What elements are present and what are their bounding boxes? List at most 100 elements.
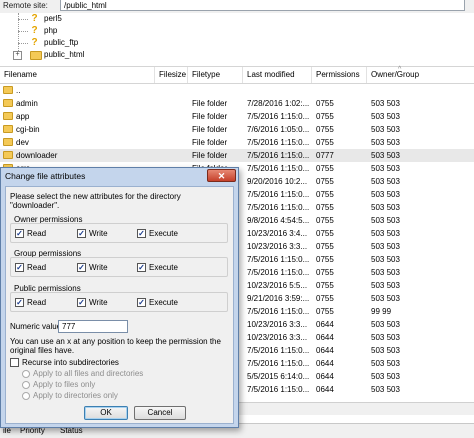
file-owner-group: 503 503 [371, 346, 400, 355]
column-filesize[interactable]: Filesize [155, 67, 188, 83]
file-list-header: Filename Filesize Filetype Last modified… [0, 66, 474, 84]
public-read-label: Read [27, 298, 47, 307]
file-permissions: 0755 [316, 164, 334, 173]
file-owner-group: 503 503 [371, 151, 400, 160]
remote-site-label: Remote site: [3, 1, 48, 10]
file-modified: 10/23/2016 3:3... [247, 333, 308, 342]
file-owner-group: 503 503 [371, 372, 400, 381]
close-button[interactable]: ✕ [207, 169, 236, 182]
file-permissions: 0777 [316, 151, 334, 160]
file-modified: 7/5/2016 1:15:0... [247, 307, 310, 316]
remote-site-bar: Remote site: /public_html [0, 0, 474, 14]
permission-hint: You can use an x at any position to keep… [10, 337, 221, 355]
sort-ascending-icon: ^ [398, 66, 402, 73]
file-type: File folder [192, 151, 228, 160]
numeric-value-input[interactable]: 777 [58, 320, 128, 333]
tree-expand-icon[interactable]: + [13, 51, 22, 60]
group-read-checkbox[interactable]: ✓ [15, 263, 24, 272]
file-owner-group: 503 503 [371, 138, 400, 147]
folder-icon [3, 112, 13, 120]
file-name: cgi-bin [16, 125, 40, 134]
tree-connector [18, 43, 28, 44]
file-permissions: 0644 [316, 333, 334, 342]
file-permissions: 0755 [316, 216, 334, 225]
file-permissions: 0755 [316, 112, 334, 121]
file-row[interactable]: .. [0, 84, 474, 97]
file-owner-group: 503 503 [371, 99, 400, 108]
file-row[interactable]: app File folder 7/5/2016 1:15:0... 0755 503 … [0, 110, 474, 123]
column-owner-group[interactable]: Owner/Group [367, 67, 474, 83]
file-modified: 7/5/2016 1:15:0... [247, 346, 310, 355]
file-owner-group: 503 503 [371, 112, 400, 121]
tree-connector [18, 31, 28, 32]
file-type: File folder [192, 125, 228, 134]
column-filename[interactable]: Filename [0, 67, 155, 83]
file-modified: 7/28/2016 1:02:... [247, 99, 310, 108]
owner-read-checkbox[interactable]: ✓ [15, 229, 24, 238]
file-name: dev [16, 138, 29, 147]
group-write-checkbox[interactable]: ✓ [77, 263, 86, 272]
file-modified: 7/5/2016 1:15:0... [247, 359, 310, 368]
file-modified: 10/23/2016 3:3... [247, 242, 308, 251]
numeric-value-label: Numeric value: [10, 322, 64, 331]
column-last-modified[interactable]: Last modified [243, 67, 312, 83]
public-write-label: Write [89, 298, 108, 307]
file-row[interactable]: cgi-bin File folder 7/6/2016 1:05:0... 0755… [0, 123, 474, 136]
file-name: admin [16, 99, 38, 108]
column-permissions[interactable]: Permissions [312, 67, 367, 83]
file-modified: 7/5/2016 1:15:0... [247, 268, 310, 277]
file-permissions: 0644 [316, 346, 334, 355]
group-execute-label: Execute [149, 263, 178, 272]
cancel-button[interactable]: Cancel [134, 406, 186, 420]
group-execute-checkbox[interactable]: ✓ [137, 263, 146, 272]
file-permissions: 0755 [316, 203, 334, 212]
file-owner-group: 503 503 [371, 281, 400, 290]
file-permissions: 0755 [316, 138, 334, 147]
file-row[interactable]: dev File folder 7/5/2016 1:15:0... 0755 503 … [0, 136, 474, 149]
file-modified: 10/23/2016 3:4... [247, 229, 308, 238]
file-owner-group: 503 503 [371, 125, 400, 134]
recurse-label: Recurse into subdirectories [22, 358, 119, 367]
owner-read-label: Read [27, 229, 47, 238]
file-modified: 7/5/2016 1:15:0... [247, 203, 310, 212]
owner-execute-checkbox[interactable]: ✓ [137, 229, 146, 238]
file-permissions: 0755 [316, 255, 334, 264]
owner-execute-label: Execute [149, 229, 178, 238]
file-modified: 9/20/2016 10:2... [247, 177, 308, 186]
file-modified: 7/5/2016 1:15:0... [247, 255, 310, 264]
public-execute-checkbox[interactable]: ✓ [137, 298, 146, 307]
folder-icon [3, 138, 13, 146]
file-row[interactable]: admin File folder 7/28/2016 1:02:... 0755 50… [0, 97, 474, 110]
folder-icon [3, 125, 13, 133]
file-owner-group: 503 503 [371, 268, 400, 277]
file-modified: 7/5/2016 1:15:0... [247, 190, 310, 199]
column-filetype[interactable]: Filetype [188, 67, 243, 83]
recurse-checkbox[interactable] [10, 358, 19, 367]
public-read-checkbox[interactable]: ✓ [15, 298, 24, 307]
file-owner-group: 503 503 [371, 385, 400, 394]
file-name: app [16, 112, 30, 121]
file-owner-group: 503 503 [371, 164, 400, 173]
group-permissions-group: ✓ Read ✓ Write ✓ Execute [10, 257, 228, 277]
file-owner-group: 503 503 [371, 177, 400, 186]
change-file-attributes-dialog: Change file attributes ✕ Please select t… [0, 167, 239, 428]
tree-item-label: php [44, 26, 58, 35]
public-write-checkbox[interactable]: ✓ [77, 298, 86, 307]
owner-write-checkbox[interactable]: ✓ [77, 229, 86, 238]
file-permissions: 0755 [316, 281, 334, 290]
file-owner-group: 503 503 [371, 203, 400, 212]
apply-files-radio[interactable] [22, 381, 30, 389]
file-type: File folder [192, 112, 228, 121]
file-owner-group: 503 503 [371, 320, 400, 329]
remote-path-input[interactable]: /public_html [60, 0, 465, 11]
file-row[interactable]: downloader File folder 7/5/2016 1:15:0... 0… [0, 149, 474, 162]
apply-all-radio[interactable] [22, 370, 30, 378]
file-type: File folder [192, 99, 228, 108]
file-modified: 7/5/2016 1:15:0... [247, 112, 310, 121]
dialog-instructions: Please select the new attributes for the… [10, 192, 181, 210]
file-owner-group: 503 503 [371, 359, 400, 368]
file-permissions: 0755 [316, 307, 334, 316]
file-owner-group: 99 99 [371, 307, 392, 316]
apply-dirs-radio[interactable] [22, 392, 30, 400]
ok-button[interactable]: OK [84, 406, 128, 420]
